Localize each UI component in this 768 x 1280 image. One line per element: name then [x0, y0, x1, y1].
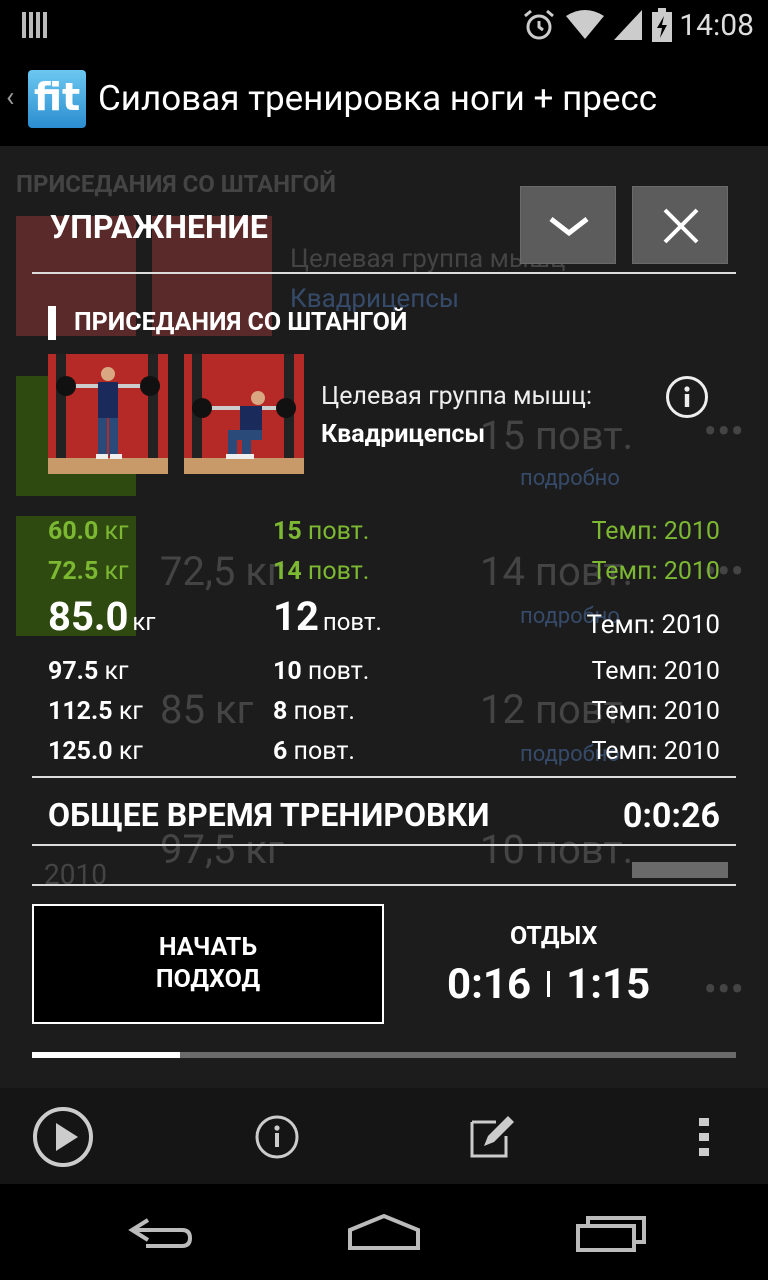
play-icon — [33, 1107, 93, 1167]
close-button[interactable] — [632, 186, 728, 264]
set-weight: 112.5 — [48, 697, 113, 726]
set-row[interactable]: 72.5 кг 14 повт. Темп: 2010 — [48, 548, 720, 588]
status-icons — [522, 8, 672, 42]
set-tempo: Темп: 2010 — [591, 517, 720, 546]
set-tempo: Темп: 2010 — [586, 610, 720, 640]
set-reps-unit: повт. — [307, 557, 370, 586]
recent-apps-icon — [576, 1216, 646, 1252]
divider — [32, 884, 736, 886]
divider — [32, 844, 736, 846]
info-button[interactable] — [666, 376, 708, 418]
set-weight: 97.5 — [48, 657, 99, 686]
set-reps-unit: повт. — [322, 608, 382, 636]
info-icon — [684, 386, 690, 407]
rest-progress-bar — [32, 1052, 736, 1058]
exercise-dialog: УПРАЖНЕНИЕ ПРИСЕДАНИЯ СО ШТАНГОЙ Целевая… — [32, 182, 736, 1062]
alarm-icon — [524, 9, 554, 40]
set-row[interactable]: 97.5 кг 10 повт. Темп: 2010 — [48, 648, 720, 688]
notification-icon — [22, 12, 48, 38]
set-tempo: Темп: 2010 — [591, 697, 720, 726]
set-row[interactable]: 112.5 кг 8 повт. Темп: 2010 — [48, 688, 720, 728]
set-reps: 15 — [273, 517, 302, 546]
home-nav-icon — [348, 1213, 420, 1250]
set-reps: 8 — [273, 697, 288, 726]
set-reps-unit: повт. — [307, 517, 370, 546]
scroll-indicator — [632, 862, 728, 878]
set-weight-unit: кг — [118, 697, 143, 726]
total-time-value: 0:0:26 — [622, 796, 720, 836]
set-weight-unit: кг — [132, 608, 156, 636]
play-button[interactable] — [32, 1106, 94, 1168]
rest-timer: 0:16 1:15 — [447, 960, 650, 1009]
squat-bottom-illustration — [184, 354, 304, 474]
chevron-down-icon — [549, 217, 589, 237]
set-reps: 10 — [273, 657, 302, 686]
set-weight-unit: кг — [118, 737, 143, 766]
set-weight: 60.0 — [48, 517, 99, 546]
set-weight: 72.5 — [48, 557, 99, 586]
set-weight: 125.0 — [48, 737, 113, 766]
status-bar: 14:08 — [0, 0, 768, 50]
bottom-toolbar — [0, 1088, 768, 1184]
set-reps: 12 — [273, 593, 319, 640]
rest-separator — [547, 970, 551, 997]
set-tempo: Темп: 2010 — [591, 657, 720, 686]
target-muscle-label: Целевая группа мышц: — [321, 382, 593, 411]
back-nav-icon — [128, 1218, 193, 1248]
info-icon — [255, 1115, 299, 1159]
rest-progress-fill — [32, 1052, 180, 1058]
wifi-icon — [566, 10, 604, 39]
close-icon — [663, 208, 699, 244]
set-reps: 14 — [273, 557, 302, 586]
total-time-label: ОБЩЕЕ ВРЕМЯ ТРЕНИРОВКИ — [48, 796, 490, 834]
exercise-photo-squat[interactable] — [184, 354, 304, 474]
divider — [32, 776, 736, 778]
dialog-title: УПРАЖНЕНИЕ — [50, 208, 268, 246]
squat-standing-illustration — [48, 354, 168, 474]
overflow-menu-icon — [699, 1118, 709, 1156]
overflow-menu-button[interactable] — [674, 1106, 736, 1168]
recent-apps-button[interactable] — [560, 1208, 656, 1258]
rest-total: 1:15 — [566, 960, 651, 1009]
rest-label: ОТДЫХ — [510, 922, 598, 951]
set-weight: 85.0 — [48, 593, 129, 640]
start-set-label: НАЧАТЬ ПОДХОД — [155, 933, 261, 994]
edit-icon — [470, 1116, 514, 1158]
set-row-current[interactable]: 85.0 кг 12 повт. Темп: 2010 — [48, 593, 720, 642]
clock: 14:08 — [679, 8, 754, 43]
signal-icon — [614, 10, 642, 40]
action-bar: ‹ fit Силовая тренировка ноги + пресс — [0, 50, 768, 146]
set-weight-unit: кг — [104, 557, 129, 586]
set-reps-unit: повт. — [293, 737, 355, 766]
set-reps-unit: повт. — [293, 697, 355, 726]
set-tempo: Темп: 2010 — [591, 737, 720, 766]
start-set-button[interactable]: НАЧАТЬ ПОДХОД — [32, 904, 384, 1024]
set-reps: 6 — [273, 737, 288, 766]
set-tempo: Темп: 2010 — [591, 557, 720, 586]
collapse-button[interactable] — [520, 186, 616, 264]
set-row[interactable]: 125.0 кг 6 повт. Темп: 2010 — [48, 728, 720, 768]
info-toolbar-button[interactable] — [246, 1106, 308, 1168]
system-navigation-bar — [0, 1184, 768, 1280]
back-nav-button[interactable] — [112, 1208, 208, 1258]
home-nav-button[interactable] — [336, 1208, 432, 1258]
app-logo[interactable]: fit — [28, 70, 86, 128]
battery-icon — [652, 8, 672, 42]
target-muscle-value: Квадрицепсы — [321, 420, 486, 449]
exercise-photo-start[interactable] — [48, 354, 168, 474]
rest-elapsed: 0:16 — [447, 960, 532, 1009]
up-navigation-icon[interactable]: ‹ — [6, 80, 14, 113]
exercise-name: ПРИСЕДАНИЯ СО ШТАНГОЙ — [48, 306, 407, 340]
set-weight-unit: кг — [104, 517, 129, 546]
page-title: Силовая тренировка ноги + пресс — [98, 78, 658, 119]
divider — [32, 272, 736, 274]
set-reps-unit: повт. — [307, 657, 370, 686]
set-row[interactable]: 60.0 кг 15 повт. Темп: 2010 — [48, 508, 720, 548]
edit-button[interactable] — [460, 1106, 522, 1168]
set-weight-unit: кг — [104, 657, 129, 686]
